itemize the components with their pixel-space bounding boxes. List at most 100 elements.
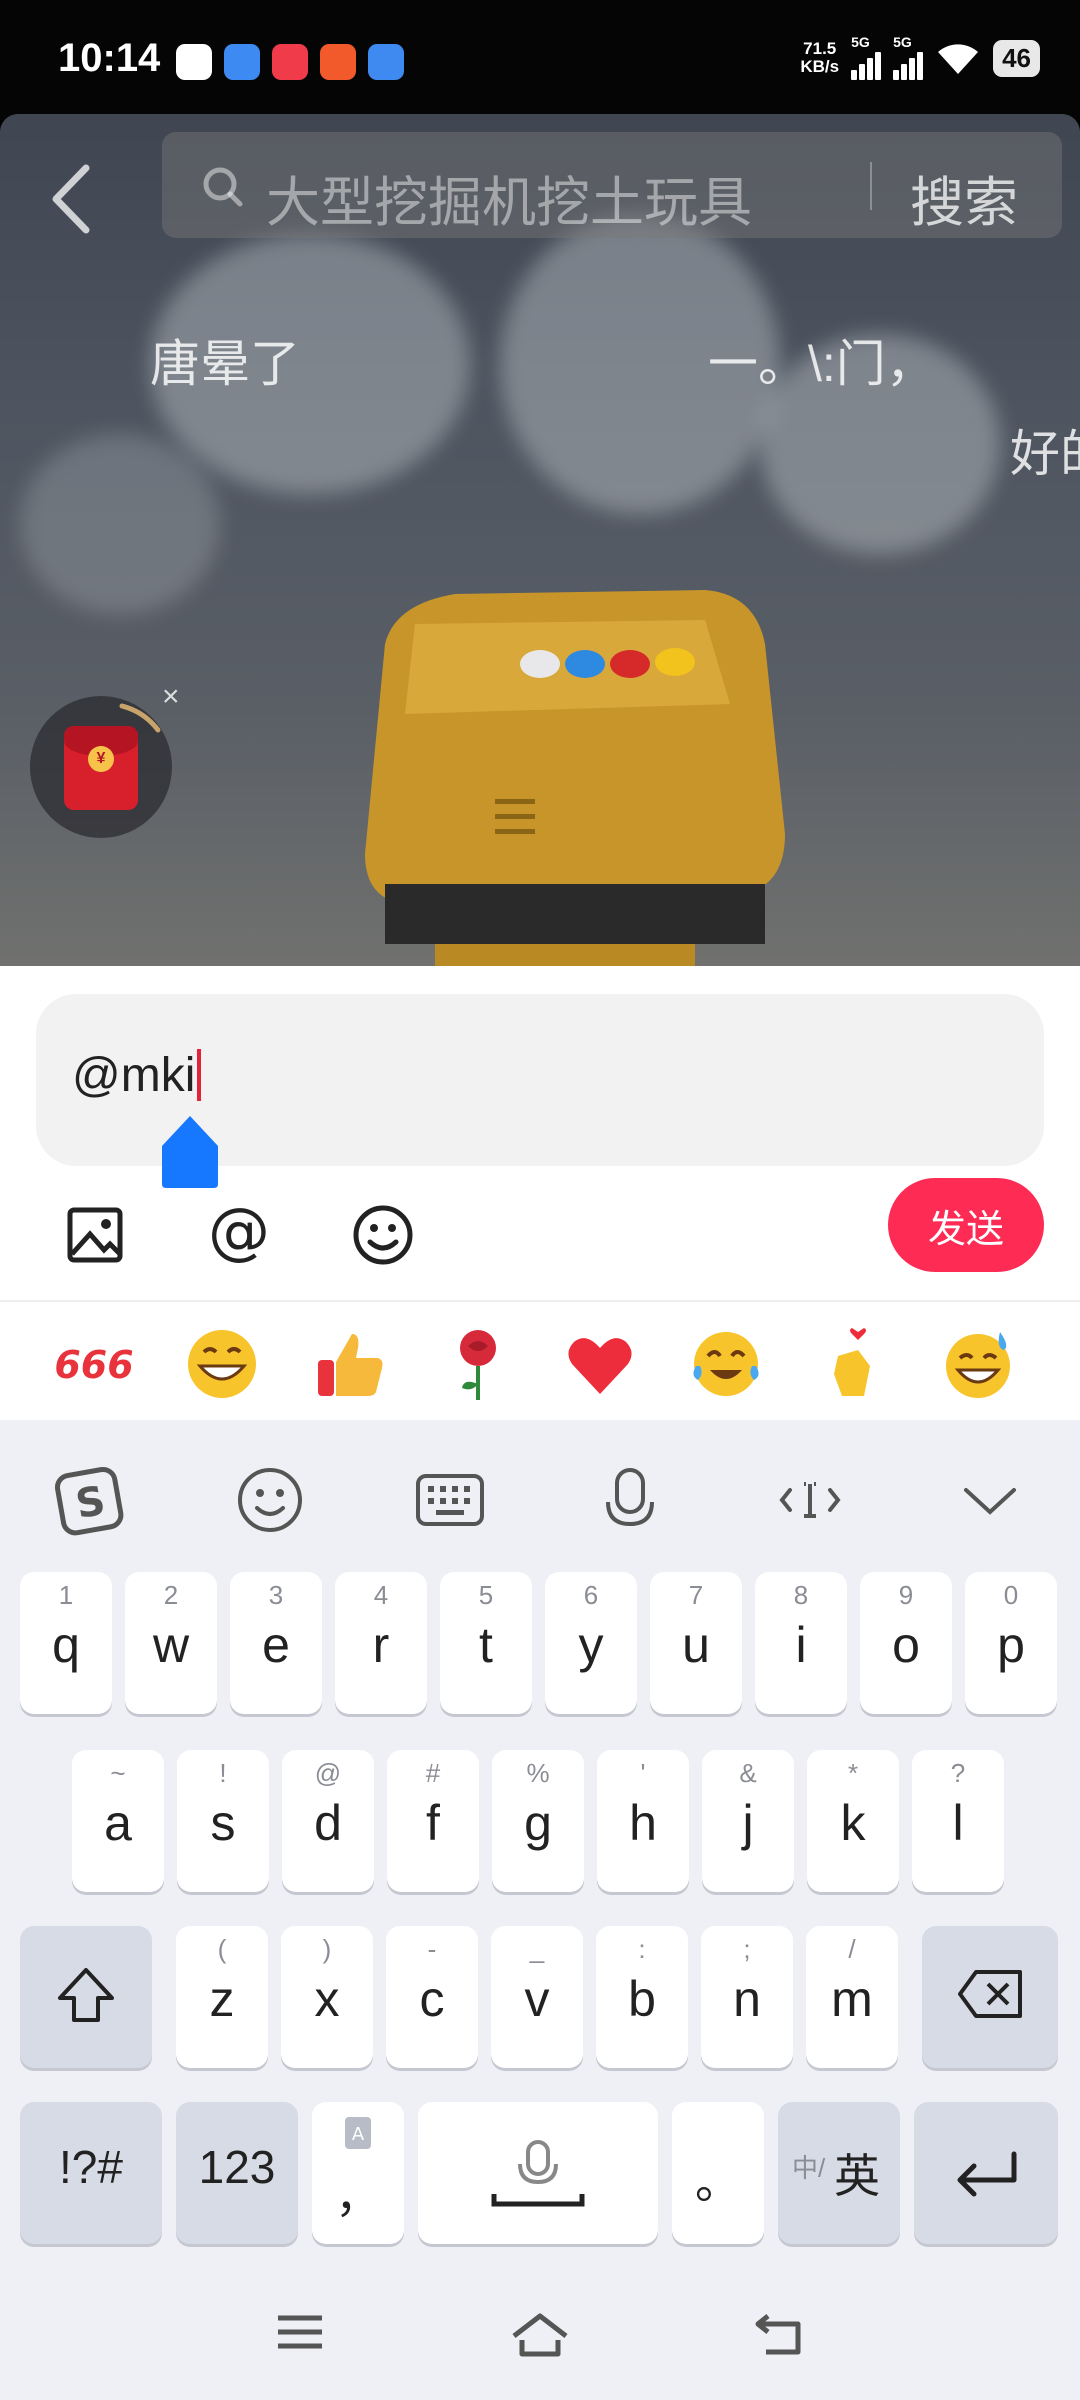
search-divider: [870, 162, 872, 210]
key-t[interactable]: 5t: [440, 1572, 532, 1714]
key-z[interactable]: (z: [176, 1926, 268, 2068]
key-label: u: [682, 1617, 710, 1673]
keyboard: S 1q2w3e4r5t6y7u8i9o0p ~a!s@d#f%g: [0, 1420, 1080, 2400]
heart-emoji[interactable]: [562, 1326, 638, 1402]
key-x[interactable]: ) x: [281, 1926, 373, 2068]
key-hint: #: [425, 1758, 441, 1788]
key-label: l: [952, 1795, 964, 1851]
key-a[interactable]: ~ a: [72, 1750, 164, 1892]
finger-heart-emoji[interactable]: [814, 1326, 890, 1402]
comma-key[interactable]: A ，: [312, 2102, 404, 2244]
red-packet-widget[interactable]: ¥: [30, 696, 172, 838]
sweat-smile-emoji[interactable]: [940, 1326, 1016, 1402]
signal-sim2-icon: 5G: [893, 34, 924, 80]
key-b[interactable]: :b: [596, 1926, 688, 2068]
back-button[interactable]: [38, 154, 108, 244]
key-hint: _: [529, 1934, 545, 1964]
sim1-label: 5G: [851, 34, 870, 50]
send-button[interactable]: 发送: [888, 1178, 1044, 1272]
666-emoji[interactable]: 666: [56, 1326, 132, 1402]
home-icon[interactable]: [510, 2310, 570, 2360]
key-label: w: [152, 1617, 190, 1673]
language-switch-key[interactable]: 中/ 英: [778, 2102, 900, 2244]
key-c[interactable]: -c: [386, 1926, 478, 2068]
comma-key-label: ，: [335, 2170, 381, 2222]
key-e[interactable]: 3e: [230, 1572, 322, 1714]
key-label: i: [795, 1617, 807, 1673]
key-g[interactable]: % g: [492, 1750, 584, 1892]
enter-key[interactable]: [914, 2102, 1058, 2244]
key-f[interactable]: # f: [387, 1750, 479, 1892]
space-key[interactable]: [418, 2102, 658, 2244]
back-nav-icon[interactable]: [752, 2310, 808, 2358]
speed-unit: KB/s: [800, 57, 840, 76]
key-hint: 8: [793, 1580, 809, 1610]
sim2-label: 5G: [893, 34, 912, 50]
key-d[interactable]: @ d: [282, 1750, 374, 1892]
key-hint: 9: [898, 1580, 914, 1610]
key-label: z: [209, 1971, 235, 2027]
key-j[interactable]: & j: [702, 1750, 794, 1892]
key-label: n: [733, 1971, 761, 2027]
numbers-key[interactable]: 123: [176, 2102, 298, 2244]
emoji-icon[interactable]: [348, 1200, 418, 1270]
menu-icon[interactable]: [274, 2310, 326, 2354]
comment-input-value[interactable]: @mki: [72, 1048, 202, 1103]
key-h[interactable]: ' h: [597, 1750, 689, 1892]
danmu-comment: 唐晕了: [150, 336, 300, 392]
svg-text:S: S: [72, 1478, 108, 1528]
key-o[interactable]: 9o: [860, 1572, 952, 1714]
image-icon[interactable]: [60, 1200, 130, 1270]
key-hint: -: [427, 1934, 437, 1964]
key-hint: :: [638, 1934, 646, 1964]
key-q[interactable]: 1q: [20, 1572, 112, 1714]
search-button[interactable]: 搜索: [910, 158, 1018, 237]
key-m[interactable]: / m: [806, 1926, 898, 2068]
key-v[interactable]: _ v: [491, 1926, 583, 2068]
cursor-icon[interactable]: [770, 1460, 850, 1540]
key-w[interactable]: 2w: [125, 1572, 217, 1714]
at-icon[interactable]: @: [204, 1200, 274, 1270]
crying-laugh-emoji[interactable]: [688, 1326, 764, 1402]
key-r[interactable]: 4r: [335, 1572, 427, 1714]
thumbs-up-emoji[interactable]: [312, 1326, 388, 1402]
svg-text:666: 666: [56, 1343, 132, 1387]
sogou-logo-icon[interactable]: S: [50, 1460, 130, 1540]
rose-emoji[interactable]: [440, 1326, 516, 1402]
symbols-key[interactable]: !?#: [20, 2102, 162, 2244]
period-key[interactable]: 。: [672, 2102, 764, 2244]
key-p[interactable]: 0p: [965, 1572, 1057, 1714]
keyboard-icon[interactable]: [410, 1460, 490, 1540]
mic-icon[interactable]: [590, 1460, 670, 1540]
video-player[interactable]: 大型挖掘机挖土玩具 搜索 唐晕了 一。\:门， 好的 ¥ ×: [0, 114, 1080, 966]
grin-emoji[interactable]: [184, 1326, 260, 1402]
key-i[interactable]: 8i: [755, 1572, 847, 1714]
wifi-icon: [938, 44, 979, 74]
key-u[interactable]: 7u: [650, 1572, 742, 1714]
key-l[interactable]: ? l: [912, 1750, 1004, 1892]
shift-icon: [58, 1968, 114, 2022]
cursor-handle-icon[interactable]: [160, 1112, 220, 1188]
key-label: f: [426, 1795, 440, 1851]
key-hint: ): [322, 1934, 332, 1964]
red-packet-close-button[interactable]: ×: [162, 680, 180, 714]
key-hint: !: [219, 1758, 227, 1788]
search-bar[interactable]: 大型挖掘机挖土玩具 搜索: [162, 132, 1062, 238]
shift-key[interactable]: [20, 1926, 152, 2068]
comment-input[interactable]: @mki: [36, 994, 1044, 1188]
period-key-label: 。: [695, 2156, 741, 2208]
emoji-icon[interactable]: [230, 1460, 310, 1540]
numbers-key-label: 123: [198, 2141, 276, 2193]
key-label: v: [524, 1971, 550, 2027]
collapse-icon[interactable]: [950, 1460, 1030, 1540]
key-s[interactable]: ! s: [177, 1750, 269, 1892]
key-y[interactable]: 6y: [545, 1572, 637, 1714]
key-label: a: [104, 1795, 132, 1851]
battery-indicator: 46: [993, 39, 1040, 77]
key-k[interactable]: * k: [807, 1750, 899, 1892]
key-hint: 0: [1003, 1580, 1019, 1610]
symbols-key-label: !?#: [59, 2141, 123, 2193]
backspace-key[interactable]: [922, 1926, 1058, 2068]
backspace-icon: [958, 1970, 1022, 2018]
key-n[interactable]: ; n: [701, 1926, 793, 2068]
